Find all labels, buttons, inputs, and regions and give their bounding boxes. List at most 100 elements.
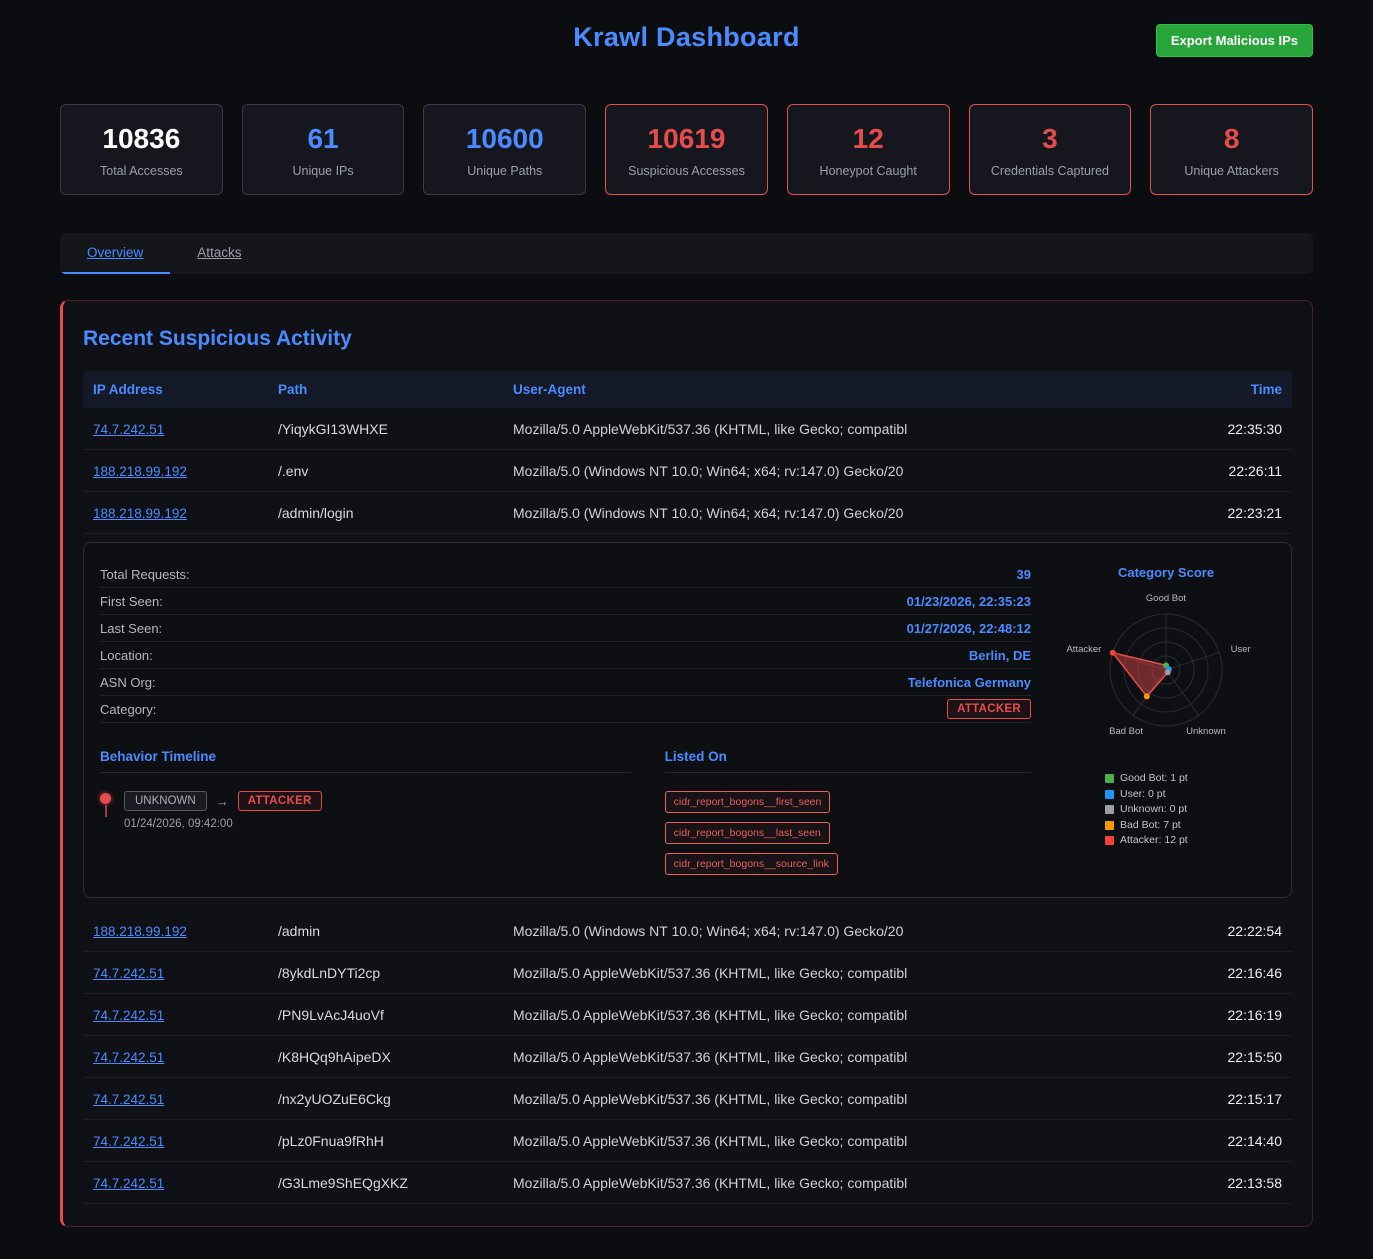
- svg-text:User: User: [1231, 644, 1251, 655]
- table-header: IP Address Path User-Agent Time: [83, 371, 1292, 408]
- ip-link[interactable]: 74.7.242.51: [93, 422, 164, 437]
- table-row[interactable]: 74.7.242.51 /YiqykGI13WHXE Mozilla/5.0 A…: [83, 408, 1292, 450]
- row-time: 22:26:11: [1162, 463, 1282, 479]
- radar-chart-title: Category Score: [1057, 565, 1275, 580]
- legend-label: User: 0 pt: [1120, 787, 1166, 803]
- row-path: /pLz0Fnua9fRhH: [278, 1133, 513, 1149]
- svg-text:Bad Bot: Bad Bot: [1109, 726, 1143, 737]
- stat-value: 10619: [612, 123, 761, 155]
- ip-link[interactable]: 74.7.242.51: [93, 1176, 164, 1191]
- field-location: Location: Berlin, DE: [100, 642, 1031, 669]
- legend-item: Attacker: 12 pt: [1105, 833, 1275, 849]
- field-label: Category:: [100, 702, 156, 717]
- page-title: Krawl Dashboard: [60, 22, 1313, 53]
- ip-link[interactable]: 188.218.99.192: [93, 464, 187, 479]
- category-from-badge: UNKNOWN: [124, 791, 207, 811]
- row-user-agent: Mozilla/5.0 AppleWebKit/537.36 (KHTML, l…: [513, 1175, 1162, 1191]
- field-label: Total Requests:: [100, 567, 190, 582]
- row-user-agent: Mozilla/5.0 (Windows NT 10.0; Win64; x64…: [513, 463, 1162, 479]
- stat-card-credentials-captured: 3 Credentials Captured: [969, 104, 1132, 195]
- legend-swatch-user: [1105, 790, 1114, 799]
- legend-item: User: 0 pt: [1105, 787, 1275, 803]
- stat-label: Unique IPs: [249, 164, 398, 178]
- row-path: /.env: [278, 463, 513, 479]
- table-row[interactable]: 74.7.242.51 /8ykdLnDYTi2cp Mozilla/5.0 A…: [83, 952, 1292, 994]
- listed-on-section: Listed On cidr_report_bogons__first_seen…: [665, 749, 1031, 875]
- blocklist-badge[interactable]: cidr_report_bogons__last_seen: [665, 822, 830, 844]
- row-path: /PN9LvAcJ4uoVf: [278, 1007, 513, 1023]
- ip-link[interactable]: 74.7.242.51: [93, 966, 164, 981]
- table-row[interactable]: 74.7.242.51 /pLz0Fnua9fRhH Mozilla/5.0 A…: [83, 1120, 1292, 1162]
- stat-card-honeypot-caught: 12 Honeypot Caught: [787, 104, 950, 195]
- tab-overview[interactable]: Overview: [60, 233, 170, 274]
- timeline-item: UNKNOWN → ATTACKER 01/24/2026, 09:42:00: [100, 791, 631, 830]
- radar-chart: Good BotUserUnknownBad BotAttacker: [1057, 580, 1275, 758]
- ip-link[interactable]: 188.218.99.192: [93, 924, 187, 939]
- stat-card-unique-attackers: 8 Unique Attackers: [1150, 104, 1313, 195]
- stat-value: 8: [1157, 123, 1306, 155]
- row-path: /8ykdLnDYTi2cp: [278, 965, 513, 981]
- field-label: First Seen:: [100, 594, 163, 609]
- table-row[interactable]: 74.7.242.51 /nx2yUOZuE6Ckg Mozilla/5.0 A…: [83, 1078, 1292, 1120]
- radar-legend: Good Bot: 1 pt User: 0 pt Unknown: 0 pt …: [1057, 771, 1275, 849]
- stat-label: Unique Paths: [430, 164, 579, 178]
- stat-label: Credentials Captured: [976, 164, 1125, 178]
- row-time: 22:13:58: [1162, 1175, 1282, 1191]
- row-time: 22:23:21: [1162, 505, 1282, 521]
- arrow-right-icon: →: [216, 794, 229, 809]
- row-time: 22:35:30: [1162, 421, 1282, 437]
- listed-on-title: Listed On: [665, 749, 1031, 773]
- row-time: 22:14:40: [1162, 1133, 1282, 1149]
- row-user-agent: Mozilla/5.0 (Windows NT 10.0; Win64; x64…: [513, 923, 1162, 939]
- legend-swatch-bad-bot: [1105, 821, 1114, 830]
- table-row[interactable]: 188.218.99.192 /admin Mozilla/5.0 (Windo…: [83, 910, 1292, 952]
- row-user-agent: Mozilla/5.0 (Windows NT 10.0; Win64; x64…: [513, 505, 1162, 521]
- col-header-path: Path: [278, 382, 513, 397]
- stat-value: 10600: [430, 123, 579, 155]
- stats-row: 10836 Total Accesses 61 Unique IPs 10600…: [60, 104, 1313, 195]
- stat-label: Total Accesses: [67, 164, 216, 178]
- row-time: 22:22:54: [1162, 923, 1282, 939]
- export-malicious-ips-button[interactable]: Export Malicious IPs: [1156, 24, 1313, 57]
- col-header-ip: IP Address: [93, 382, 278, 397]
- table-row[interactable]: 188.218.99.192 /admin/login Mozilla/5.0 …: [83, 492, 1292, 534]
- blocklist-badge[interactable]: cidr_report_bogons__source_link: [665, 853, 838, 875]
- ip-link[interactable]: 188.218.99.192: [93, 506, 187, 521]
- behavior-timeline-title: Behavior Timeline: [100, 749, 631, 773]
- ip-link[interactable]: 74.7.242.51: [93, 1050, 164, 1065]
- field-label: ASN Org:: [100, 675, 156, 690]
- stat-label: Suspicious Accesses: [612, 164, 761, 178]
- row-time: 22:16:19: [1162, 1007, 1282, 1023]
- timeline-dot-icon: [100, 793, 111, 804]
- row-path: /G3Lme9ShEQgXKZ: [278, 1175, 513, 1191]
- table-row[interactable]: 74.7.242.51 /K8HQq9hAipeDX Mozilla/5.0 A…: [83, 1036, 1292, 1078]
- timeline-tail: [105, 805, 107, 817]
- ip-link[interactable]: 74.7.242.51: [93, 1008, 164, 1023]
- blocklist-badge[interactable]: cidr_report_bogons__first_seen: [665, 791, 831, 813]
- legend-swatch-unknown: [1105, 805, 1114, 814]
- svg-text:Unknown: Unknown: [1186, 726, 1226, 737]
- category-attacker-badge: ATTACKER: [947, 699, 1031, 719]
- field-value: Telefonica Germany: [908, 675, 1031, 690]
- behavior-timeline-section: Behavior Timeline UNKNOWN → ATTACKER: [100, 749, 631, 875]
- table-row[interactable]: 188.218.99.192 /.env Mozilla/5.0 (Window…: [83, 450, 1292, 492]
- col-header-time: Time: [1162, 382, 1282, 397]
- ip-link[interactable]: 74.7.242.51: [93, 1092, 164, 1107]
- field-last-seen: Last Seen: 01/27/2026, 22:48:12: [100, 615, 1031, 642]
- category-to-badge: ATTACKER: [238, 791, 322, 811]
- table-row[interactable]: 74.7.242.51 /G3Lme9ShEQgXKZ Mozilla/5.0 …: [83, 1162, 1292, 1204]
- ip-link[interactable]: 74.7.242.51: [93, 1134, 164, 1149]
- legend-label: Attacker: 12 pt: [1120, 833, 1188, 849]
- suspicious-activity-panel: Recent Suspicious Activity IP Address Pa…: [60, 300, 1313, 1227]
- field-value: 39: [1017, 567, 1031, 582]
- field-label: Last Seen:: [100, 621, 162, 636]
- row-path: /K8HQq9hAipeDX: [278, 1049, 513, 1065]
- svg-text:Attacker: Attacker: [1066, 644, 1101, 655]
- stat-value: 61: [249, 123, 398, 155]
- table-row[interactable]: 74.7.242.51 /PN9LvAcJ4uoVf Mozilla/5.0 A…: [83, 994, 1292, 1036]
- legend-label: Good Bot: 1 pt: [1120, 771, 1188, 787]
- row-path: /YiqykGI13WHXE: [278, 421, 513, 437]
- row-path: /nx2yUOZuE6Ckg: [278, 1091, 513, 1107]
- tab-bar: Overview Attacks: [60, 233, 1313, 274]
- tab-attacks[interactable]: Attacks: [170, 233, 268, 274]
